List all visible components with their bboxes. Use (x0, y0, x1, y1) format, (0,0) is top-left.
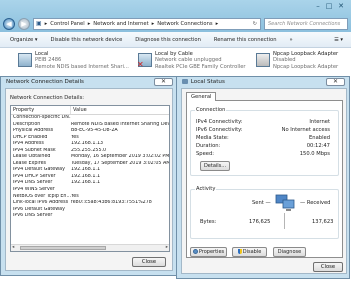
adapter-device: Npcap Loopback Adapter (273, 63, 339, 70)
scroll-left-icon[interactable]: ◂ (12, 245, 14, 251)
general-tab-panel: Connection IPv4 Connectivity: Internet IP… (186, 100, 343, 258)
value-cell (71, 213, 169, 220)
duration-row: Duration: 00:12:47 (196, 143, 330, 149)
sent-label: Sent — (252, 200, 271, 206)
network-adapter-icon (256, 53, 270, 67)
dialog-title: Local Status (190, 79, 225, 85)
shield-icon (237, 249, 242, 254)
dialog-title: Network Connection Details (6, 79, 84, 85)
speed-row: Speed: 150.0 Mbps (196, 151, 330, 157)
status-close-button[interactable]: Close (313, 262, 343, 272)
network-adapter-icon (18, 53, 32, 67)
details-close-button[interactable]: Close (132, 257, 166, 267)
rename-connection-button[interactable]: Rename this connection (214, 37, 277, 43)
connection-group-title: Connection (195, 107, 227, 113)
view-options-button[interactable]: ☰ ▾ (334, 37, 351, 43)
horizontal-scrollbar[interactable]: ◂ ▸ (11, 244, 169, 251)
details-button[interactable]: Details... (200, 161, 230, 171)
computers-activity-icon (275, 194, 295, 211)
table-header: Property Value (11, 106, 169, 115)
network-adapter-icon: ✕ (137, 53, 152, 69)
bytes-received-value: 137,623 (312, 219, 334, 225)
column-header-value[interactable]: Value (71, 106, 169, 114)
unplugged-x-icon: ✕ (137, 60, 144, 69)
forward-arrow-icon[interactable]: ▶ (18, 17, 30, 30)
breadcrumb-control-panel[interactable]: Control Panel (50, 21, 84, 27)
diagnose-button[interactable]: Diagnose (273, 247, 306, 257)
adapter-npcap-loopback[interactable]: Npcap Loopback Adapter Disabled Npcap Lo… (256, 51, 338, 77)
bytes-label: Bytes: (200, 219, 217, 225)
table-row[interactable]: IPv6 DNS Server (11, 213, 169, 220)
network-icon (182, 79, 188, 84)
breadcrumb-network-connections[interactable]: Network Connections (157, 21, 212, 27)
dialog-body: General Connection IPv4 Connectivity: Int… (181, 88, 347, 274)
ipv4-connectivity-row: IPv4 Connectivity: Internet (196, 119, 330, 125)
activity-group-title: Activity (195, 186, 217, 192)
breadcrumb-network-internet[interactable]: Network and Internet (93, 21, 148, 27)
scroll-right-icon[interactable]: ▸ (166, 245, 168, 251)
property-cell: IPv6 DNS Server (13, 213, 53, 219)
maximize-button[interactable]: □ (324, 2, 334, 11)
close-icon[interactable]: ✕ (326, 78, 345, 86)
organize-menu[interactable]: Organize ▾ (10, 37, 38, 43)
address-bar[interactable]: ▣ ▸ Control Panel ▸ Network and Internet… (33, 17, 261, 30)
activity-divider (284, 213, 285, 229)
close-icon[interactable]: ✕ (154, 78, 173, 86)
scrollbar-thumb[interactable] (20, 246, 106, 250)
disable-device-button[interactable]: Disable this network device (51, 37, 123, 43)
activity-group: Activity (190, 186, 339, 239)
gear-icon (192, 249, 198, 254)
details-table[interactable]: Property Value Connection-specific DN...… (10, 105, 170, 252)
refresh-icon[interactable]: ↻ (253, 21, 260, 27)
back-arrow-icon[interactable]: ◀ (3, 17, 15, 30)
tab-general[interactable]: General (186, 92, 217, 101)
ipv6-connectivity-row: IPv6 Connectivity: No Internet access (196, 127, 330, 133)
navigation-bar: ◀ ▶ ▣ ▸ Control Panel ▸ Network and Inte… (3, 16, 348, 31)
command-bar: Organize ▾ Disable this network device D… (0, 32, 351, 48)
details-label: Network Connection Details: (10, 95, 85, 101)
search-input[interactable]: Search Network Connections (264, 17, 348, 30)
adapter-device: Remote NDIS based Internet Shari... (35, 63, 129, 70)
explorer-titlebar: – □ ✕ ◀ ▶ ▣ ▸ Control Panel ▸ Network an… (0, 0, 351, 32)
connection-details-dialog: Network Connection Details ✕ Network Con… (0, 76, 178, 276)
minimize-button[interactable]: – (313, 2, 323, 11)
adapter-local-by-cable[interactable]: ✕ Local by Cable Network cable unplugged… (137, 51, 246, 77)
dialog-body: Network Connection Details: Property Val… (5, 88, 173, 271)
diagnose-connection-button[interactable]: Diagnose this connection (135, 37, 201, 43)
received-label: — Received (300, 200, 331, 206)
media-state-row: Media State: Enabled (196, 135, 330, 141)
adapter-device: Realtek PCIe GBE Family Controller (155, 63, 246, 70)
more-commands-button[interactable]: » (290, 37, 293, 43)
properties-button[interactable]: Properties (190, 247, 227, 257)
column-header-property[interactable]: Property (11, 106, 71, 114)
bytes-sent-value: 176,625 (249, 219, 271, 225)
disable-button[interactable]: Disable (232, 247, 267, 257)
adapter-local[interactable]: Local PEIB 2486 Remote NDIS based Intern… (18, 51, 129, 77)
close-window-button[interactable]: ✕ (335, 2, 347, 11)
local-status-dialog: Local Status ✕ General Connection IPv4 C… (176, 76, 350, 279)
control-panel-icon: ▣ (36, 20, 42, 27)
